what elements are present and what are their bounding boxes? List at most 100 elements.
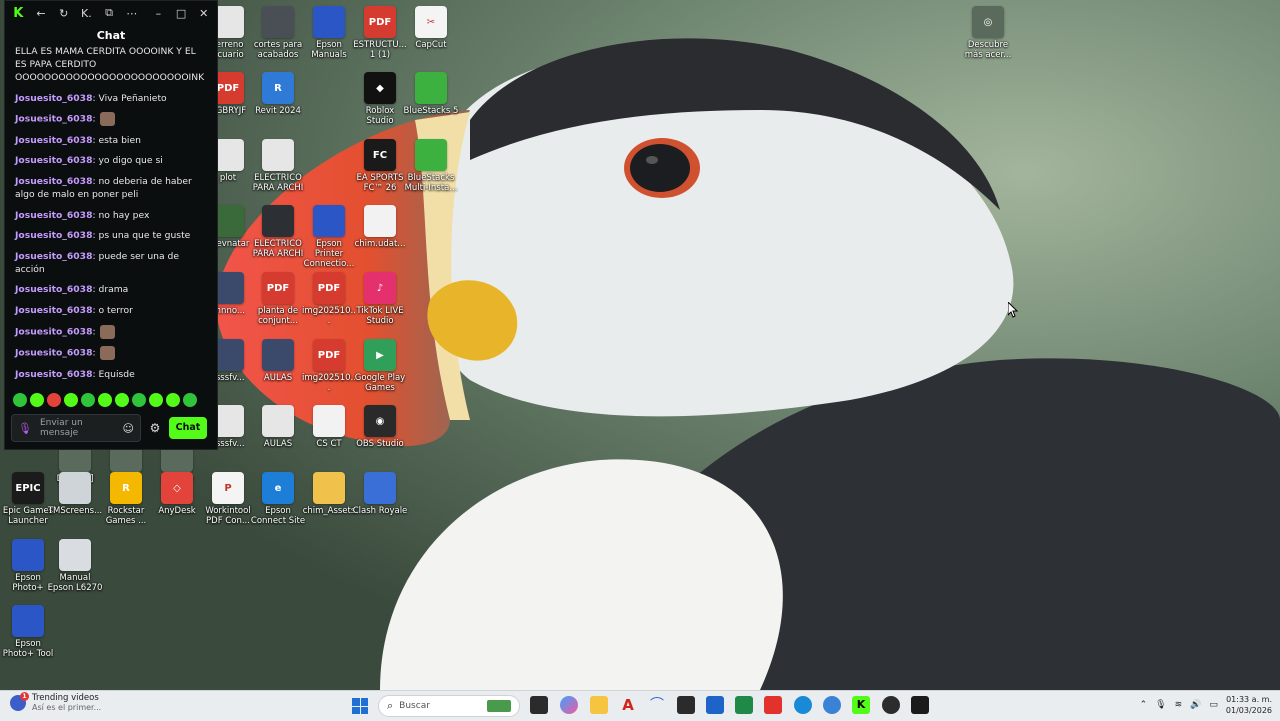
task-view-icon[interactable]: [530, 696, 548, 714]
chat-username[interactable]: Josuesito_6038: [15, 348, 92, 359]
desktop-icon-label: Epson Manuals: [311, 40, 347, 60]
desktop-icon[interactable]: BlueStacks Multi-Insta...: [403, 139, 459, 193]
emote-icon[interactable]: [166, 393, 180, 407]
desktop-icon-label: cortes para acabados: [253, 40, 303, 60]
chat-username[interactable]: Josuesito_6038: [15, 251, 92, 262]
desktop-icon-label: CS CT: [316, 439, 342, 449]
edge-icon[interactable]: [794, 696, 812, 714]
chat-username[interactable]: Josuesito_6038: [15, 326, 92, 337]
desktop-icon[interactable]: Epson Photo+ Tool: [0, 605, 56, 659]
emote-icon[interactable]: [98, 393, 112, 407]
desktop-icon[interactable]: P Workintool PDF Con...: [200, 472, 256, 526]
emote-icon[interactable]: [64, 393, 78, 407]
emote-icon[interactable]: [149, 393, 163, 407]
chat-message-input[interactable]: 🎙 Enviar un mensaje ☺: [11, 414, 141, 442]
desktop-icon[interactable]: PDF img202510...: [301, 272, 357, 326]
desktop-icon[interactable]: e Epson Connect Site: [250, 472, 306, 526]
chat-username[interactable]: Josuesito_6038: [15, 305, 92, 316]
chevron-up-icon[interactable]: ⌃: [1140, 700, 1148, 710]
wifi-icon[interactable]: ≋: [1175, 700, 1183, 710]
chat-message: Josuesito_6038: ps una que te guste: [15, 229, 207, 242]
chat-username[interactable]: Josuesito_6038: [15, 176, 92, 187]
desktop-icon[interactable]: CS CT: [301, 405, 357, 449]
desktop-icon[interactable]: ◆ Roblox Studio: [352, 72, 408, 126]
chat-username[interactable]: Josuesito_6038: [15, 135, 92, 146]
desktop-icon[interactable]: ◇ AnyDesk: [149, 472, 205, 516]
desktop-icon[interactable]: ♪ TikTok LIVE Studio: [352, 272, 408, 326]
desktop-icon[interactable]: TMScreens...: [47, 472, 103, 516]
emote-icon[interactable]: [13, 393, 27, 407]
desktop-icon[interactable]: ELECTRICO PARA ARCHI: [250, 205, 306, 259]
file-explorer-icon[interactable]: [590, 696, 608, 714]
desktop-icon[interactable]: Epson Printer Connectio...: [301, 205, 357, 269]
volume-icon[interactable]: 🔊: [1190, 700, 1201, 710]
chat-message-text: : Viva Peñanieto: [92, 92, 167, 104]
desktop-icon[interactable]: AULAS: [250, 405, 306, 449]
reload-icon[interactable]: ↻: [54, 3, 73, 23]
chat-send-button[interactable]: Chat: [169, 417, 207, 439]
chat-username[interactable]: Josuesito_6038: [15, 155, 92, 166]
desktop-app-icon: P: [212, 472, 244, 504]
picture-in-picture-icon[interactable]: ⧉: [100, 3, 119, 23]
more-options-icon[interactable]: ⋯: [122, 3, 141, 23]
desktop-icon[interactable]: PDF planta de conjunt...: [250, 272, 306, 326]
desktop-icon[interactable]: cortes para acabados: [250, 6, 306, 60]
chat-username[interactable]: Josuesito_6038: [15, 114, 92, 125]
desktop-icon[interactable]: ▶ Google Play Games: [352, 339, 408, 393]
chat-username[interactable]: Josuesito_6038: [15, 230, 92, 241]
epic-games-taskbar-icon[interactable]: [677, 696, 695, 714]
desktop-icon[interactable]: Epson Manuals: [301, 6, 357, 60]
desktop-icon[interactable]: R Revit 2024: [250, 72, 306, 116]
desktop-icon[interactable]: AULAS: [250, 339, 306, 383]
excel-icon[interactable]: [735, 696, 753, 714]
chat-username[interactable]: Josuesito_6038: [15, 93, 92, 104]
emote-icon[interactable]: [115, 393, 129, 407]
taskbar-search-box[interactable]: ⌕ Buscar: [378, 695, 520, 717]
minimize-icon[interactable]: –: [149, 3, 168, 23]
desktop-icon[interactable]: R Rockstar Games ...: [98, 472, 154, 526]
chat-username[interactable]: Josuesito_6038: [15, 284, 92, 295]
back-arrow-icon[interactable]: ←: [32, 3, 51, 23]
close-icon[interactable]: ✕: [194, 3, 213, 23]
kick-taskbar-icon[interactable]: K: [852, 696, 870, 714]
start-menu-windows-icon[interactable]: [352, 698, 368, 714]
store-icon[interactable]: [706, 696, 724, 714]
desktop-icon[interactable]: PDF ESTRUCTU... 1 (1): [352, 6, 408, 60]
microphone-tray-icon[interactable]: 🎙: [1155, 700, 1166, 710]
pen-app-icon[interactable]: ⌒: [648, 696, 666, 714]
microphone-icon[interactable]: 🎙: [18, 422, 32, 435]
chat-settings-gear-icon[interactable]: ⚙: [147, 421, 163, 435]
widgets-trending[interactable]: 1 Trending videos Así es el primer...: [10, 692, 101, 713]
red-app-icon[interactable]: [764, 696, 782, 714]
copilot-icon[interactable]: [560, 696, 578, 714]
desktop-icon[interactable]: ELECTRICO PARA ARCHI: [250, 139, 306, 193]
desktop-icon[interactable]: ◎ Descubre más acer...: [960, 6, 1016, 60]
epic-launcher-taskbar-icon[interactable]: [911, 696, 929, 714]
desktop-icon[interactable]: ◉ OBS Studio: [352, 405, 408, 449]
desktop-icon[interactable]: Clash Royale: [352, 472, 408, 516]
emote-icon[interactable]: [81, 393, 95, 407]
emote-icon[interactable]: [183, 393, 197, 407]
desktop-icon[interactable]: Manual Epson L6270: [47, 539, 103, 593]
emote-icon[interactable]: [30, 393, 44, 407]
clock[interactable]: 01:33 a. m. 01/03/2026: [1226, 694, 1272, 716]
chat-username[interactable]: Josuesito_6038: [15, 210, 92, 221]
obs-taskbar-icon[interactable]: [882, 696, 900, 714]
emoji-picker-icon[interactable]: ☺: [123, 422, 134, 435]
emote-icon[interactable]: [132, 393, 146, 407]
desktop-icon[interactable]: PDF img202510...: [301, 339, 357, 393]
battery-icon[interactable]: ▭: [1209, 700, 1218, 710]
chat-message: Josuesito_6038: no hay pex: [15, 209, 207, 222]
acrobat-icon[interactable]: A: [619, 696, 637, 714]
desktop-icon[interactable]: ✂ CapCut: [403, 6, 459, 50]
desktop-icon[interactable]: chim_Assets: [301, 472, 357, 516]
maximize-icon[interactable]: □: [172, 3, 191, 23]
blue-app-icon[interactable]: [823, 696, 841, 714]
desktop-icon-label: Epson Printer Connectio...: [303, 239, 355, 269]
desktop-icon[interactable]: FC EA SPORTS FC™ 26: [352, 139, 408, 193]
desktop-icon[interactable]: BlueStacks 5: [403, 72, 459, 116]
emote-icon[interactable]: [47, 393, 61, 407]
chat-username[interactable]: Josuesito_6038: [15, 369, 92, 380]
chat-message-text: : drama: [92, 284, 129, 296]
desktop-icon[interactable]: chim.udat...: [352, 205, 408, 249]
